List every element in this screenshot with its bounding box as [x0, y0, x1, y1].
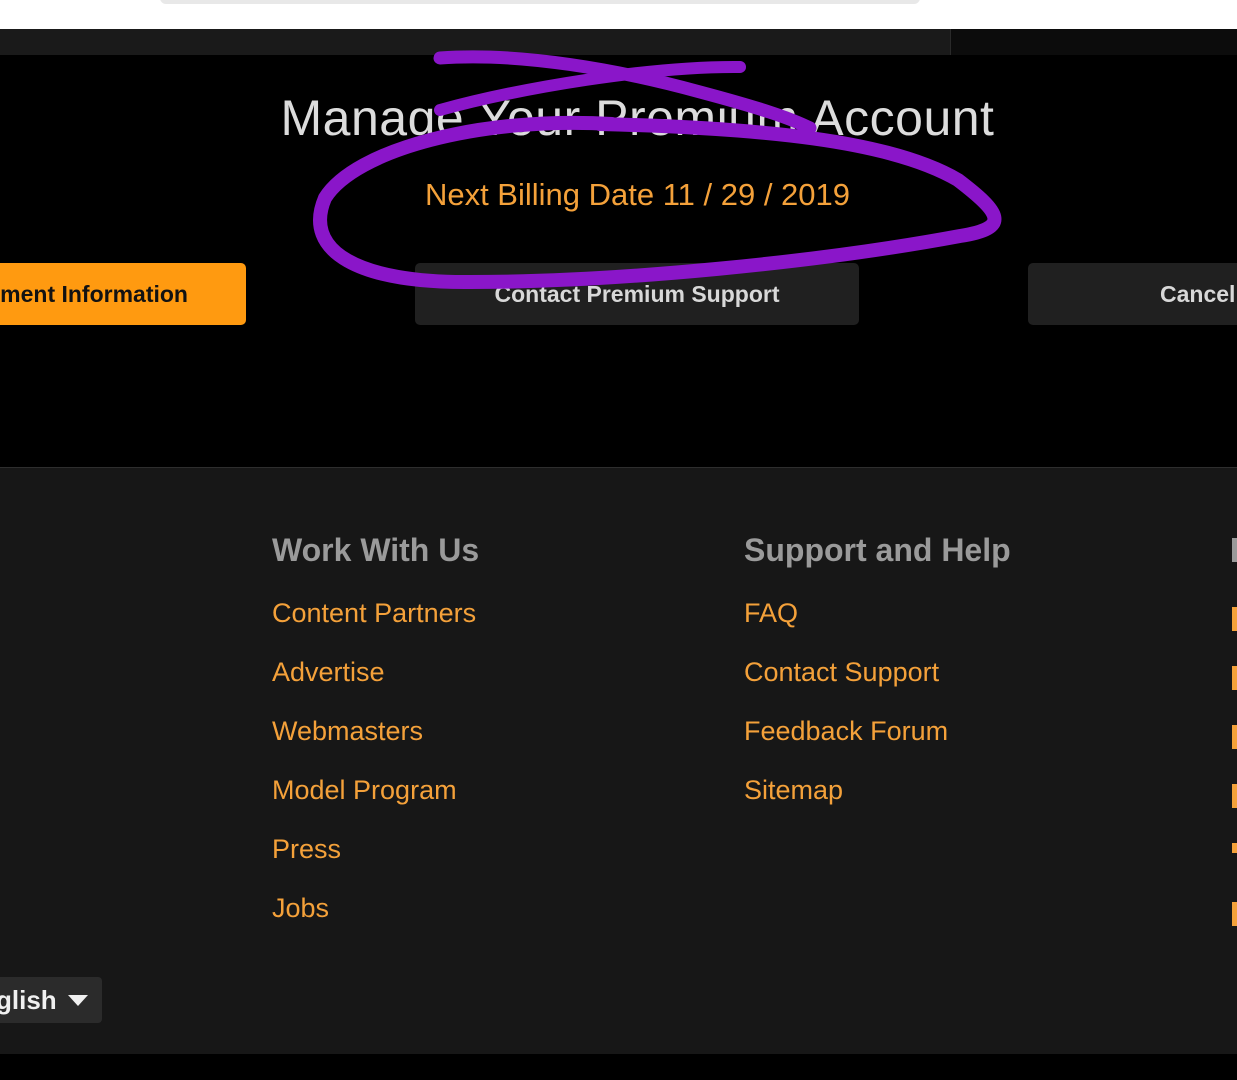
- payment-information-button[interactable]: ment Information: [0, 263, 246, 325]
- footer-link-model-program[interactable]: Model Program: [272, 774, 479, 833]
- site-nav-strip: [0, 29, 950, 56]
- footer-link-sitemap[interactable]: Sitemap: [744, 774, 1011, 833]
- cutoff-link-mark: [1232, 666, 1237, 690]
- cutoff-link-mark: [1232, 725, 1237, 749]
- footer-heading-work-with-us: Work With Us: [272, 532, 480, 568]
- bottom-strip: [0, 1054, 1237, 1080]
- contact-premium-support-button[interactable]: Contact Premium Support: [415, 263, 859, 325]
- footer-link-feedback-forum[interactable]: Feedback Forum: [744, 715, 1011, 774]
- cutoff-heading-mark: [1232, 538, 1237, 562]
- site-footer: Work With Us Content Partners Advertise …: [0, 467, 1237, 1055]
- footer-link-faq[interactable]: FAQ: [744, 597, 1011, 656]
- cutoff-link-mark: [1232, 607, 1237, 631]
- cancel-button[interactable]: Cancel: [1028, 263, 1237, 325]
- manage-account-section: Manage Your Premium Account Next Billing…: [0, 55, 1237, 467]
- footer-link-content-partners[interactable]: Content Partners: [272, 597, 479, 656]
- footer-column-support-and-help: Support and Help FAQ Contact Support Fee…: [744, 532, 1011, 833]
- page: Manage Your Premium Account Next Billing…: [0, 0, 1237, 1080]
- footer-link-advertise[interactable]: Advertise: [272, 656, 479, 715]
- footer-heading-support-and-help: Support and Help: [744, 532, 1011, 568]
- cutoff-link-mark: [1232, 784, 1237, 808]
- footer-link-webmasters[interactable]: Webmasters: [272, 715, 479, 774]
- page-title: Manage Your Premium Account: [280, 90, 995, 146]
- footer-column-work-with-us: Work With Us Content Partners Advertise …: [272, 532, 479, 951]
- footer-link-press[interactable]: Press: [272, 833, 479, 892]
- third-column-cutoff: [1232, 468, 1237, 1055]
- language-selector[interactable]: glish: [0, 977, 102, 1023]
- next-billing-date: Next Billing Date 11 / 29 / 2019: [424, 177, 851, 212]
- cutoff-link-mark: [1232, 902, 1237, 926]
- footer-link-jobs[interactable]: Jobs: [272, 892, 479, 951]
- cutoff-link-mark: [1232, 843, 1237, 853]
- support-links: FAQ Contact Support Feedback Forum Sitem…: [744, 597, 1011, 833]
- language-label: glish: [0, 985, 57, 1015]
- work-with-us-links: Content Partners Advertise Webmasters Mo…: [272, 597, 479, 951]
- footer-link-contact-support[interactable]: Contact Support: [744, 656, 1011, 715]
- caret-down-icon: [68, 995, 88, 1006]
- address-bar[interactable]: [160, 0, 920, 4]
- browser-top-bar: [0, 0, 1237, 29]
